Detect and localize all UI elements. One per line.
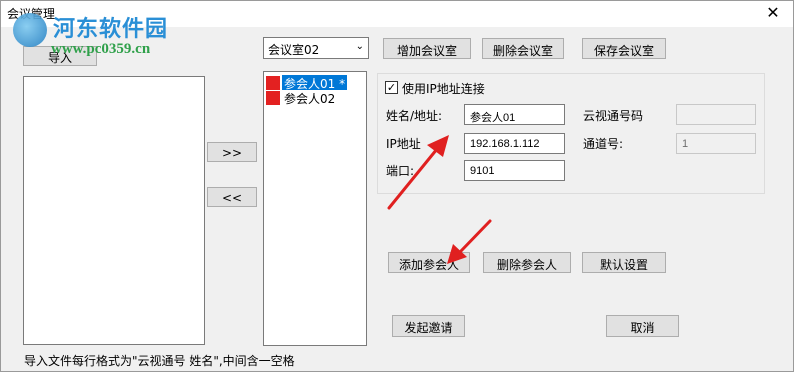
remove-from-meeting-button[interactable]: <<	[207, 187, 257, 207]
default-settings-button[interactable]: 默认设置	[582, 252, 666, 273]
meeting-room-select[interactable]: 会议室02 ⌄	[263, 37, 369, 59]
window-title: 会议管理	[7, 7, 56, 21]
use-ip-checkbox[interactable]: ✓	[385, 81, 398, 94]
import-button[interactable]: 导入	[23, 46, 97, 66]
ip-address-field[interactable]: 192.168.1.112	[464, 133, 565, 154]
import-list[interactable]	[23, 76, 205, 345]
cancel-button[interactable]: 取消	[606, 315, 679, 337]
invite-button[interactable]: 发起邀请	[392, 315, 465, 337]
ip-address-label: IP地址	[386, 137, 421, 151]
participant-list[interactable]: 参会人01 * 参会人02	[263, 71, 367, 346]
participant-name: 参会人01 *	[282, 75, 348, 91]
cloud-id-label: 云视通号码	[583, 109, 644, 123]
add-to-meeting-button[interactable]: >>	[207, 142, 257, 162]
add-room-button[interactable]: 增加会议室	[383, 38, 471, 59]
use-ip-label: 使用IP地址连接	[402, 82, 485, 96]
participant-item[interactable]: 参会人02	[266, 90, 350, 106]
participant-marker	[266, 91, 280, 105]
participant-item[interactable]: 参会人01 *	[266, 75, 350, 91]
channel-field: 1	[676, 133, 756, 154]
name-address-field[interactable]: 参会人01	[464, 104, 565, 125]
port-label: 端口:	[386, 164, 415, 178]
import-format-hint: 导入文件每行格式为"云视通号 姓名",中间含一空格	[24, 354, 295, 368]
name-address-label: 姓名/地址:	[386, 109, 443, 123]
add-participant-button[interactable]: 添加参会人	[388, 252, 470, 273]
close-icon[interactable]: ✕	[763, 3, 783, 22]
participant-name: 参会人02	[284, 92, 336, 106]
cloud-id-field	[676, 104, 756, 125]
meeting-management-window: 会议管理 ✕ 导入 >> << 会议室02 ⌄ 增加会议室 删除会议室 保存会议…	[0, 0, 794, 372]
participant-marker	[266, 76, 280, 90]
meeting-room-value: 会议室02	[268, 43, 320, 57]
channel-label: 通道号:	[583, 137, 624, 151]
title-bar: 会议管理 ✕	[1, 1, 793, 27]
delete-participant-button[interactable]: 删除参会人	[483, 252, 571, 273]
chevron-down-icon: ⌄	[355, 41, 364, 52]
delete-room-button[interactable]: 删除会议室	[482, 38, 564, 59]
port-field[interactable]: 9101	[464, 160, 565, 181]
save-room-button[interactable]: 保存会议室	[582, 38, 666, 59]
